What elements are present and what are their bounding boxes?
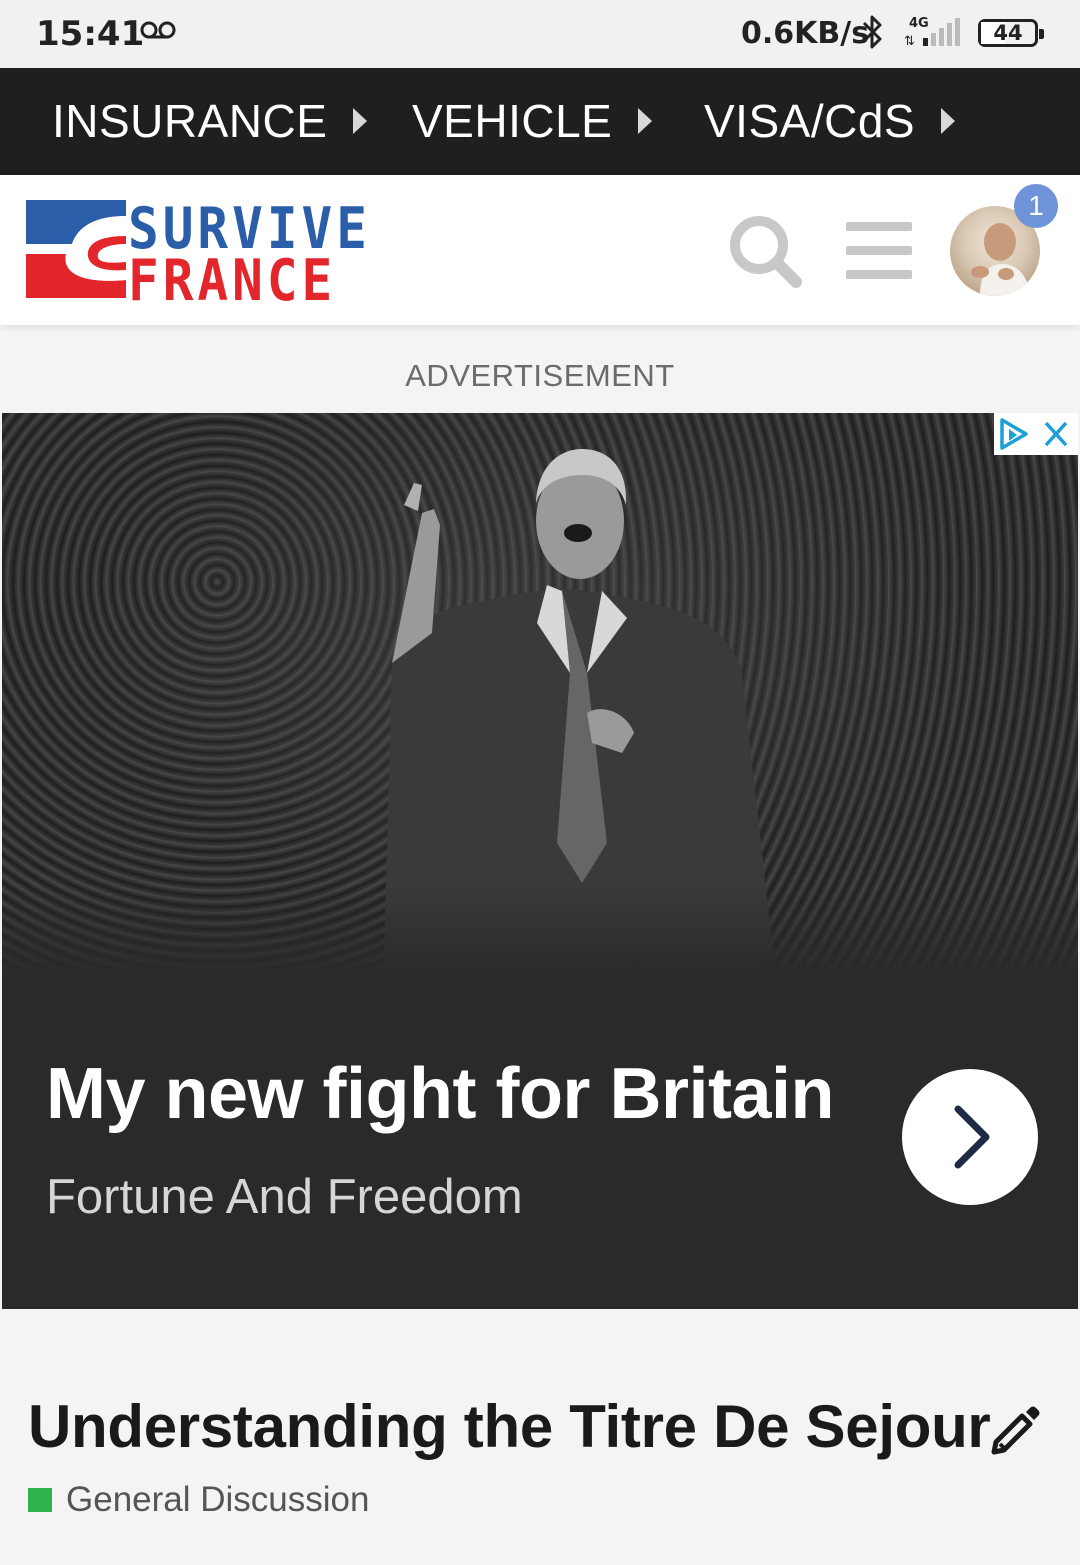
nav-item-insurance[interactable]: INSURANCE <box>52 94 368 148</box>
close-icon[interactable] <box>1044 421 1068 447</box>
logo-mark-icon <box>26 200 126 298</box>
advertisement-label: ADVERTISEMENT <box>405 358 675 393</box>
battery-level: 44 <box>993 21 1023 45</box>
top-nav: INSURANCE VEHICLE VISA/CdS <box>0 68 1080 175</box>
ad-choices-badge[interactable] <box>994 413 1078 455</box>
topic-category[interactable]: General Discussion <box>28 1480 369 1520</box>
ad-sponsor: Fortune And Freedom <box>46 1170 523 1224</box>
search-icon <box>730 216 802 288</box>
caret-right-icon <box>941 108 956 134</box>
hamburger-icon <box>846 222 912 231</box>
voicemail-icon <box>140 18 176 47</box>
nav-item-vehicle[interactable]: VEHICLE <box>412 94 653 148</box>
signal-icon: 4G ⇅ <box>903 14 965 55</box>
topic-title: Understanding the Titre De Sejour <box>28 1393 991 1460</box>
battery-icon: 44 <box>978 19 1044 47</box>
category-color-swatch <box>28 1488 52 1512</box>
status-bar: 15:41 0.6KB/s 4G ⇅ 44 <box>0 0 1080 68</box>
ad-image <box>2 413 1078 976</box>
nav-item-visa[interactable]: VISA/CdS <box>704 94 956 148</box>
ad-open-button[interactable] <box>902 1069 1038 1205</box>
category-label: General Discussion <box>66 1480 370 1519</box>
site-header: SURVIVE FRANCE <box>0 175 1080 325</box>
menu-button[interactable] <box>846 222 912 280</box>
status-time: 15:41 <box>36 14 145 54</box>
site-logo[interactable]: SURVIVE FRANCE <box>26 200 367 310</box>
nav-item-label: VEHICLE <box>412 95 613 147</box>
chevron-right-icon <box>954 1105 990 1169</box>
search-button[interactable] <box>726 212 806 292</box>
bluetooth-icon <box>860 14 886 55</box>
advertisement-banner[interactable]: My new fight for Britain Fortune And Fre… <box>2 413 1078 1309</box>
svg-text:⇅: ⇅ <box>904 34 915 49</box>
nav-item-label: VISA/CdS <box>704 95 916 147</box>
ad-headline[interactable]: My new fight for Britain <box>46 1053 834 1135</box>
nav-item-label: INSURANCE <box>52 95 328 147</box>
network-speed: 0.6KB/s <box>741 16 870 51</box>
caret-right-icon <box>353 108 368 134</box>
network-type: 4G <box>909 16 929 31</box>
edit-icon[interactable] <box>986 1404 1042 1460</box>
caret-right-icon <box>638 108 653 134</box>
notification-badge[interactable]: 1 <box>1014 184 1058 228</box>
logo-text-bottom: FRANCE <box>128 248 337 315</box>
adchoices-icon <box>1000 418 1028 450</box>
